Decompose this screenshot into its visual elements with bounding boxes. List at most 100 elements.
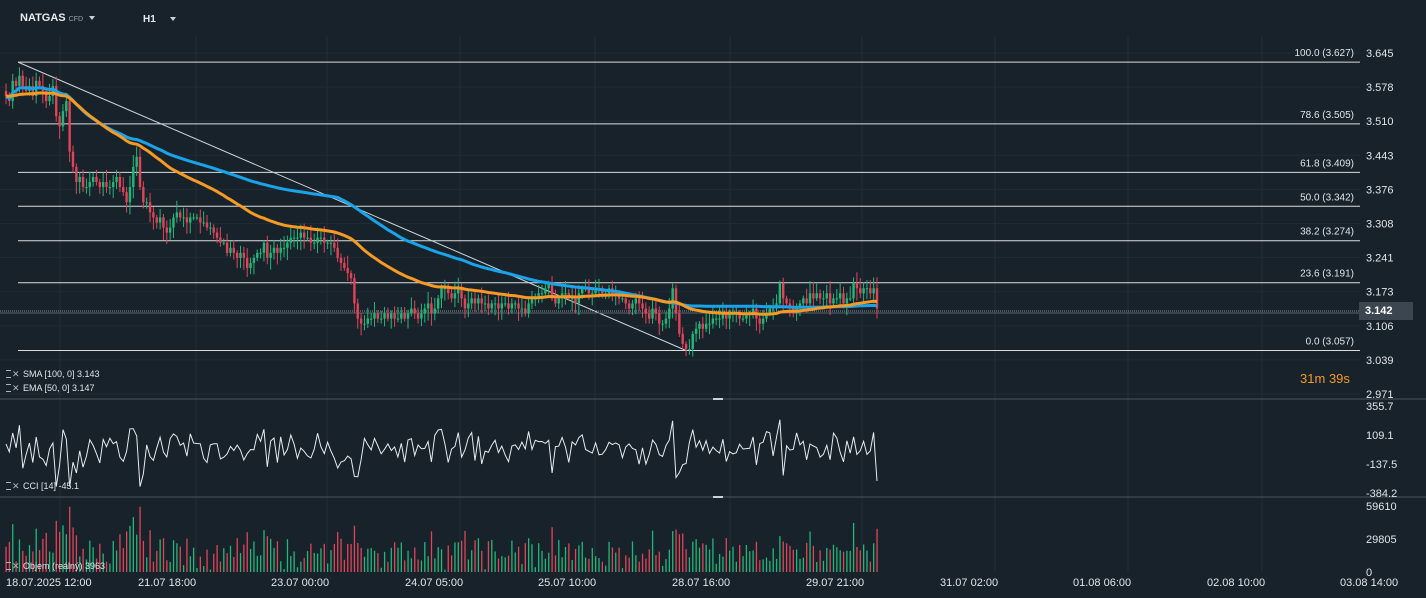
symbol-selector[interactable]: NATGAS CFD (20, 12, 96, 24)
volume-bar (695, 539, 697, 572)
candle-body (426, 303, 430, 309)
volume-bar (186, 538, 188, 572)
volume-bar (286, 539, 289, 572)
countdown-seconds: 39 (1328, 371, 1344, 386)
volume-legend[interactable]: ✕ Objem (reálný) 3963 (6, 561, 105, 571)
candle-body (406, 313, 410, 319)
price-axis-label: 3.039 (1366, 355, 1394, 367)
candle-body (400, 313, 403, 319)
candle-body (654, 308, 658, 314)
volume-bar (524, 543, 526, 572)
countdown-minutes: 31 (1300, 371, 1315, 386)
volume-bar (367, 548, 369, 572)
volume-bar (568, 543, 570, 572)
volume-bar (779, 536, 781, 572)
volume-bar (266, 536, 268, 572)
time-axis-label: 25.07 10:00 (538, 577, 596, 589)
candle-body (785, 298, 788, 304)
ema-legend[interactable]: ✕ EMA [50, 0] 3.147 (6, 383, 95, 393)
candle-body (477, 298, 480, 304)
candle-body (38, 80, 41, 86)
cci-legend[interactable]: ✕ CCI [14] -45.1 (6, 481, 79, 491)
sma-legend[interactable]: ✕ SMA [100, 0] 3.143 (6, 369, 100, 379)
candle-body (152, 212, 155, 218)
candle-body (212, 227, 215, 233)
candle-body (175, 212, 179, 218)
volume-bar (742, 556, 744, 572)
candle-body (376, 313, 380, 319)
candle-body (333, 242, 336, 248)
candle-body (98, 182, 101, 188)
candle-body (845, 298, 849, 304)
candle-body (162, 217, 165, 228)
ema-line (5, 91, 878, 316)
time-axis-label: 02.08 10:00 (1207, 577, 1265, 589)
volume-bar (316, 553, 319, 572)
volume-bar (347, 543, 349, 572)
candle-body (869, 288, 872, 294)
candle-body (483, 303, 487, 305)
volume-bar (243, 544, 245, 572)
candle-body (782, 283, 785, 299)
candle-body (199, 217, 202, 223)
fib-level-label: 100.0 (3.627) (1295, 48, 1355, 59)
volume-bar (400, 542, 402, 572)
candle-body (564, 293, 567, 295)
volume-bar (601, 561, 603, 572)
candle-body (862, 288, 865, 294)
pane-resize-handle[interactable] (713, 398, 723, 400)
volume-bar (863, 544, 865, 572)
candle-body (403, 313, 406, 319)
candle-body (359, 318, 363, 324)
volume-bar (397, 547, 399, 572)
fib-level-label: 38.2 (3.274) (1300, 227, 1354, 238)
time-axis-label: 23.07 00:00 (271, 577, 329, 589)
price-axis-label: 3.173 (1366, 287, 1394, 299)
volume-bar (290, 556, 292, 572)
volume-bar (169, 561, 171, 572)
settings-icon[interactable]: ✕ (6, 384, 20, 393)
volume-bar (849, 550, 851, 572)
candle-body (668, 308, 671, 319)
fib-level-label: 23.6 (3.191) (1300, 269, 1354, 280)
candle-body (741, 318, 745, 320)
volume-bar (370, 548, 372, 572)
volume-bar (722, 556, 724, 572)
volume-bar (343, 559, 346, 572)
volume-bar (119, 534, 121, 572)
candle-body (708, 323, 711, 325)
settings-icon[interactable]: ✕ (6, 482, 20, 491)
volume-bar (762, 559, 764, 572)
volume-bar (126, 531, 128, 572)
settings-icon[interactable]: ✕ (6, 370, 20, 379)
candle-body (812, 293, 815, 299)
candle-body (168, 227, 172, 233)
candle-body (758, 318, 761, 324)
candle-body (61, 111, 65, 127)
candle-body (202, 222, 205, 224)
candle-body (510, 303, 514, 309)
chart-canvas[interactable]: 3.645 3.578 3.510 3.443 3.376 3.308 3.241 3.173… (0, 0, 1426, 598)
candle-body (433, 308, 436, 314)
candle-body (453, 293, 457, 299)
pane-resize-handle[interactable] (713, 496, 723, 498)
volume-bar (558, 539, 560, 572)
volume-bar (203, 566, 205, 572)
candle-body (279, 247, 282, 253)
candle-body (815, 293, 818, 299)
volume-bar (517, 546, 520, 572)
candle-body (272, 247, 276, 253)
candle-body (859, 288, 862, 294)
candle-body (698, 323, 701, 329)
timeframe-selector[interactable]: H1 (143, 14, 176, 25)
volume-bar (554, 555, 557, 572)
volume-bar (223, 548, 225, 572)
time-axis-label: 21.07 18:00 (138, 577, 196, 589)
volume-bar (246, 532, 248, 572)
cci-axis-label: -384.2 (1366, 488, 1397, 500)
settings-icon[interactable]: ✕ (6, 562, 20, 571)
volume-bar (162, 538, 165, 572)
volume-bar (541, 550, 543, 572)
volume-bar (819, 550, 821, 572)
volume-bar (812, 545, 815, 572)
